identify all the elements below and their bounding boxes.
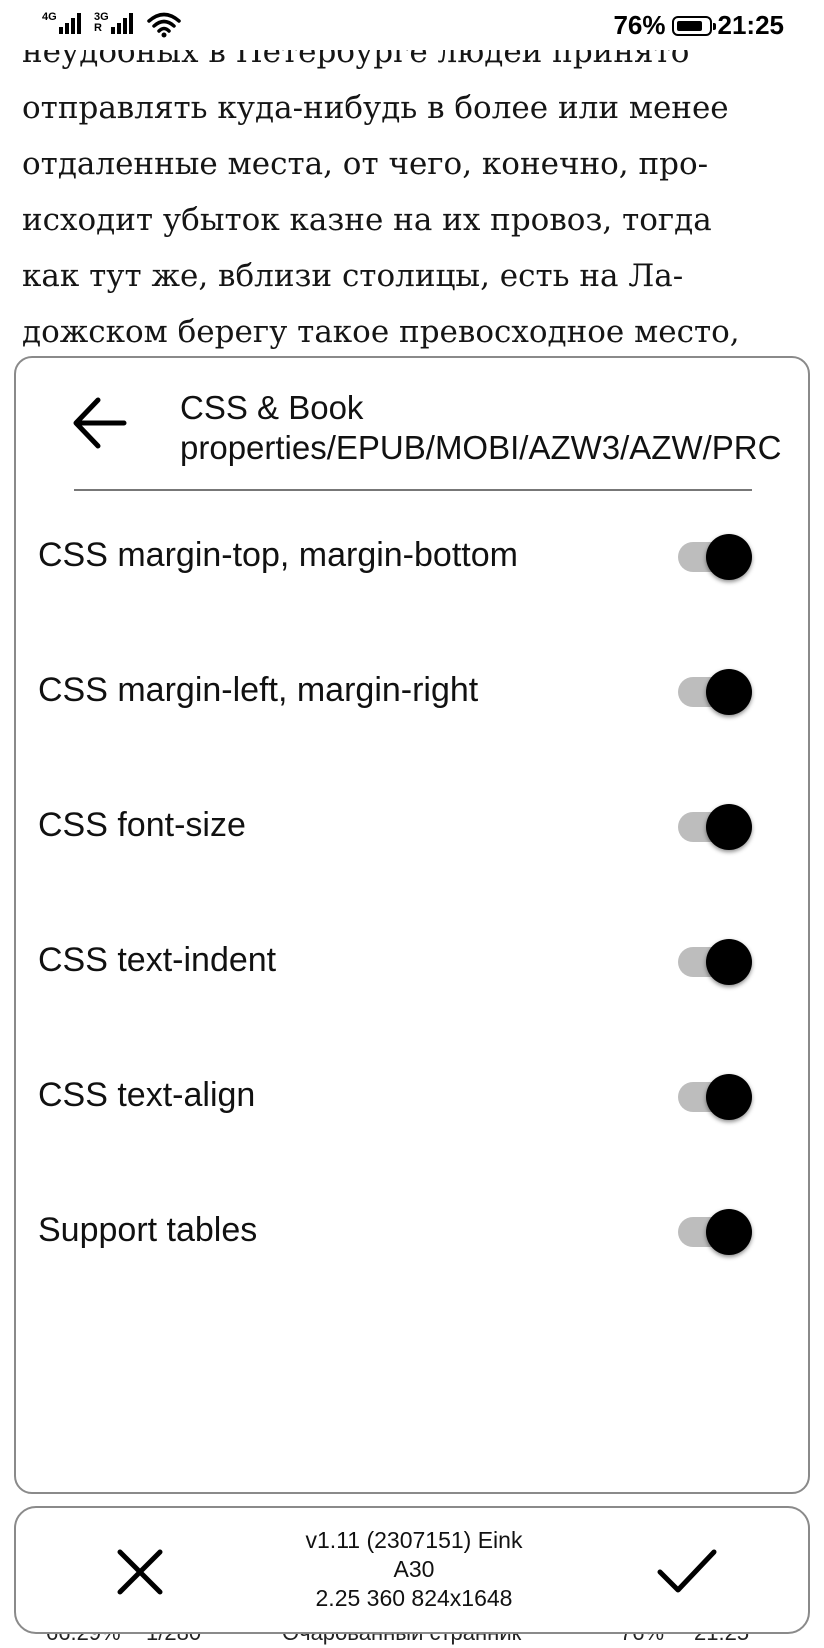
option-css-font-size[interactable]: CSS font-size <box>16 778 808 878</box>
option-support-tables[interactable]: Support tables <box>16 1183 808 1283</box>
close-icon <box>117 1549 163 1595</box>
battery-percent: 76% <box>613 10 666 40</box>
confirm-button[interactable] <box>654 1544 720 1600</box>
arrow-left-icon <box>73 397 127 449</box>
book-line: исходит убыток казне на их провоз, тогда <box>22 202 712 238</box>
signal-bars-icon <box>58 12 81 34</box>
option-label: CSS font-size <box>38 806 246 844</box>
cellular-signal-4g: 4G <box>42 12 81 34</box>
option-css-margin-top-bottom[interactable]: CSS margin-top, margin-bottom <box>16 508 808 608</box>
cancel-button[interactable] <box>112 1544 168 1600</box>
toggle-switch[interactable] <box>678 802 754 852</box>
option-label: Support tables <box>38 1211 258 1249</box>
header-divider <box>74 489 752 491</box>
back-button[interactable] <box>68 388 138 458</box>
clock: 21:25 <box>717 10 785 40</box>
toggle-switch[interactable] <box>678 532 754 582</box>
toggle-switch[interactable] <box>678 1072 754 1122</box>
status-right: 76% 21:25 <box>613 10 784 41</box>
option-label: CSS text-align <box>38 1076 256 1114</box>
toggle-switch[interactable] <box>678 937 754 987</box>
option-css-text-align[interactable]: CSS text-align <box>16 1048 808 1148</box>
option-label: CSS text-indent <box>38 941 277 979</box>
css-properties-dialog: CSS & Book properties/EPUB/MOBI/AZW3/AZW… <box>14 356 810 1494</box>
bottom-action-bar: v1.11 (2307151) Eink A30 2.25 360 824x16… <box>14 1506 810 1634</box>
dialog-title: CSS & Book properties/EPUB/MOBI/AZW3/AZW… <box>180 389 782 466</box>
book-text: неудобных в Петербурге людей принято отп… <box>22 24 812 360</box>
option-css-text-indent[interactable]: CSS text-indent <box>16 913 808 1013</box>
device-model: A30 <box>393 1556 435 1582</box>
version-info: v1.11 (2307151) Eink A30 2.25 360 824x16… <box>264 1526 564 1613</box>
cellular-signal-3g: 3G R <box>94 12 133 34</box>
toggle-switch[interactable] <box>678 1207 754 1257</box>
wifi-icon <box>147 12 181 38</box>
book-line: отправлять куда-нибудь в более или менее <box>22 90 729 126</box>
signal-bars-icon <box>110 12 133 34</box>
book-line: как тут же, вблизи столицы, есть на Ла- <box>22 258 684 294</box>
book-line: отдаленные места, от чего, конечно, про- <box>22 146 709 182</box>
screen-info: 2.25 360 824x1648 <box>315 1585 513 1611</box>
book-line: дожском берегу такое превосходное место, <box>22 314 740 350</box>
option-label: CSS margin-left, margin-right <box>38 671 479 709</box>
status-bar: 4G 3G R 76% 21:25 <box>0 0 824 50</box>
battery-icon <box>671 15 716 36</box>
network-type-label: 4G <box>42 11 57 23</box>
version-line: v1.11 (2307151) Eink <box>305 1527 523 1553</box>
dialog-header: CSS & Book properties/EPUB/MOBI/AZW3/AZW… <box>16 358 808 492</box>
network-type-label: 3G R <box>94 11 109 34</box>
toggle-switch[interactable] <box>678 667 754 717</box>
option-css-margin-left-right[interactable]: CSS margin-left, margin-right <box>16 643 808 743</box>
option-label: CSS margin-top, margin-bottom <box>38 536 518 574</box>
checkmark-icon <box>657 1549 717 1593</box>
